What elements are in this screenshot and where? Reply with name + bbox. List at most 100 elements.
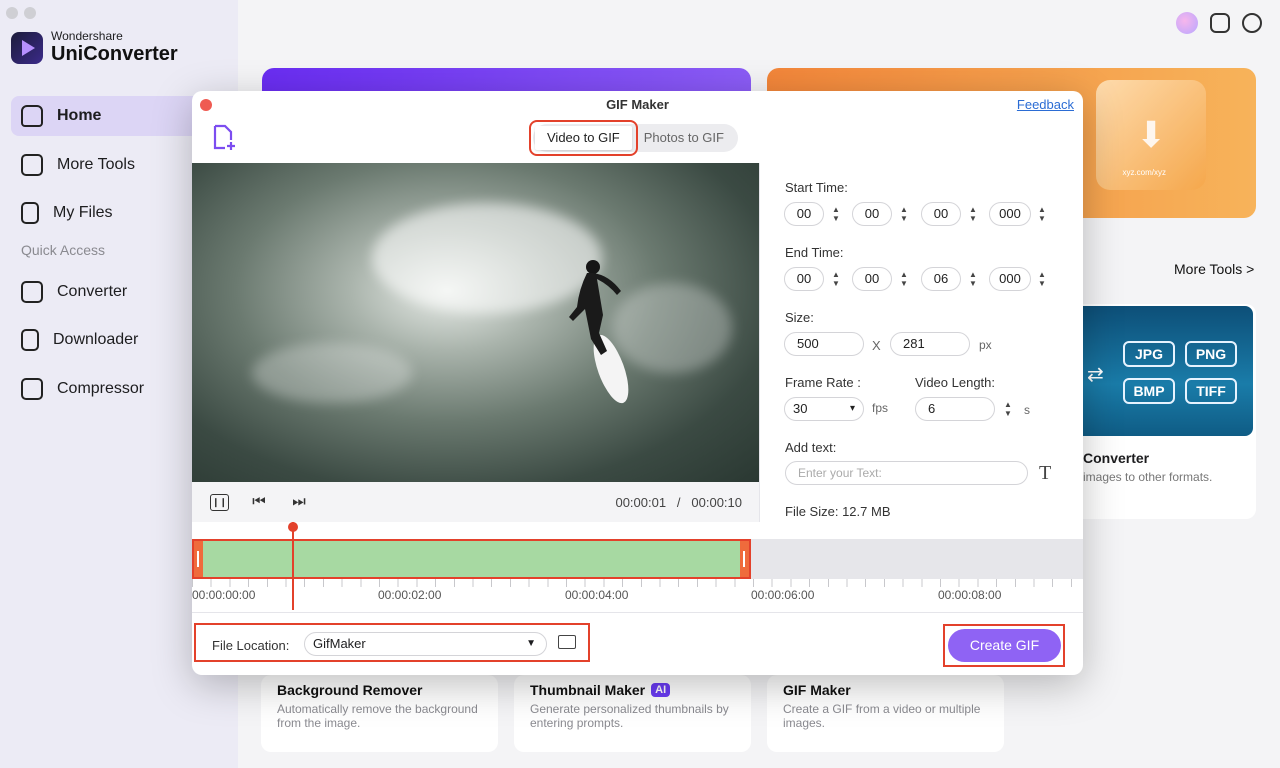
tick-label: 00:00:04:00 <box>565 588 629 602</box>
end-hour-field[interactable]: 00 <box>784 267 824 291</box>
total-time: 00:00:10 <box>691 494 742 510</box>
sidebar-item-label: Downloader <box>53 331 139 349</box>
quick-access-heading: Quick Access <box>21 241 106 258</box>
end-ms-stepper[interactable]: ▲ ▼ <box>1036 267 1048 291</box>
sidebar-item-compressor[interactable]: Compressor <box>11 369 221 409</box>
end-second-stepper[interactable]: ▲ ▼ <box>967 267 979 291</box>
skip-back-button[interactable]: ⏮ <box>249 492 269 512</box>
end-minute-field[interactable]: 00 <box>852 267 892 291</box>
timeline-selection[interactable] <box>192 539 751 579</box>
tab-photos-to-gif[interactable]: Photos to GIF <box>632 126 736 150</box>
start-ms-field[interactable]: 000 <box>989 202 1031 226</box>
start-time-label: Start Time: <box>785 180 848 195</box>
video-length-field[interactable]: 6 <box>915 397 995 421</box>
more-tools-link[interactable]: More Tools > <box>1174 261 1254 277</box>
height-field[interactable]: 281 <box>890 332 970 356</box>
add-text-input[interactable] <box>785 461 1028 485</box>
close-window-button[interactable] <box>6 7 18 19</box>
brand-name: UniConverter <box>51 43 178 65</box>
start-second-field[interactable]: 00 <box>921 202 961 226</box>
tool-card-desc: Generate personalized thumbnails by ente… <box>530 702 729 730</box>
current-time: 00:00:01 <box>615 494 667 510</box>
tool-card-gif-maker[interactable]: GIF Maker Create a GIF from a video or m… <box>767 675 1004 752</box>
tool-card-desc: Create a GIF from a video or multiple im… <box>783 702 981 730</box>
timeline-ticks <box>192 579 1083 587</box>
chevron-down-icon: ▼ <box>526 638 536 649</box>
minimize-window-button[interactable] <box>24 7 36 19</box>
dialog-footer: File Location: GifMaker ▼ Create GIF <box>192 612 1083 675</box>
end-minute-stepper[interactable]: ▲ ▼ <box>898 267 910 291</box>
end-hour-stepper[interactable]: ▲ ▼ <box>830 267 842 291</box>
converter-card-image: ⇄ JPG PNG BMP TIFF <box>1063 306 1253 436</box>
tick-label: 00:00:00:00 <box>192 588 256 602</box>
folder-icon[interactable] <box>558 635 576 649</box>
size-x-label: X <box>872 338 881 353</box>
playhead[interactable] <box>288 522 298 610</box>
banner-url-text: xyz.com/xyz <box>1122 168 1166 177</box>
dialog-title: GIF Maker <box>606 97 669 112</box>
gif-maker-dialog: GIF Maker Feedback Video to GIF Photos t… <box>192 91 1083 675</box>
width-field[interactable]: 500 <box>784 332 864 356</box>
pause-button[interactable]: ❙❙ <box>210 493 229 511</box>
start-hour-field[interactable]: 00 <box>784 202 824 226</box>
frame-rate-label: Frame Rate : <box>785 375 861 390</box>
brand: Wondershare UniConverter <box>11 30 178 65</box>
feedback-link[interactable]: Feedback <box>1017 97 1074 112</box>
frame-rate-select[interactable]: 30 ▾ <box>784 397 864 421</box>
timeline[interactable]: 00:00:00:00 00:00:02:00 00:00:04:00 00:0… <box>192 522 1083 612</box>
sidebar-item-my-files[interactable]: My Files <box>11 193 221 233</box>
tab-video-to-gif[interactable]: Video to GIF <box>529 120 638 156</box>
start-hour-stepper[interactable]: ▲ ▼ <box>830 202 842 226</box>
video-preview[interactable] <box>192 163 759 482</box>
start-ms-stepper[interactable]: ▲ ▼ <box>1036 202 1048 226</box>
window-controls <box>6 7 36 19</box>
trim-start-handle[interactable] <box>194 541 203 577</box>
sidebar-item-converter[interactable]: Converter <box>11 272 221 312</box>
start-second-stepper[interactable]: ▲ ▼ <box>967 202 979 226</box>
sidebar-item-label: Compressor <box>57 379 145 397</box>
tool-card-thumbnail-maker[interactable]: Thumbnail Maker AI Generate personalized… <box>514 675 751 752</box>
start-minute-field[interactable]: 00 <box>852 202 892 226</box>
chat-icon[interactable] <box>1210 13 1230 33</box>
start-minute-stepper[interactable]: ▲ ▼ <box>898 202 910 226</box>
frame-rate-unit: fps <box>872 401 889 415</box>
sidebar-item-downloader[interactable]: Downloader <box>11 320 221 360</box>
format-badge: TIFF <box>1185 378 1237 404</box>
format-badge: PNG <box>1185 341 1237 367</box>
file-size-text: File Size: 12.7 MB <box>785 504 891 519</box>
video-length-stepper[interactable]: ▲ ▼ <box>1002 397 1014 421</box>
add-file-icon[interactable] <box>212 124 238 152</box>
tool-card-title-row: Thumbnail Maker AI <box>530 682 735 698</box>
compressor-icon <box>21 377 43 400</box>
end-second-field[interactable]: 06 <box>921 267 961 291</box>
tool-card-desc: Automatically remove the background from… <box>277 702 478 730</box>
text-style-icon[interactable]: T <box>1039 462 1051 485</box>
player-controls: ❙❙ ⏮ ⏭ 00:00:01 / 00:00:10 <box>192 482 759 522</box>
size-unit: px <box>979 338 992 352</box>
format-badge: JPG <box>1123 341 1175 367</box>
file-location-value: GifMaker <box>313 636 366 651</box>
file-location-select[interactable]: GifMaker ▼ <box>304 632 547 656</box>
headset-icon[interactable] <box>1242 13 1262 33</box>
end-time-label: End Time: <box>785 245 844 260</box>
frame-rate-value: 30 <box>793 401 808 416</box>
avatar[interactable] <box>1176 12 1198 34</box>
file-location-group: File Location: GifMaker ▼ <box>194 623 590 662</box>
downloader-icon <box>21 329 39 352</box>
top-toolbar <box>1176 12 1262 34</box>
tick-label: 00:00:06:00 <box>751 588 815 602</box>
convert-arrows-icon: ⇄ <box>1087 364 1104 386</box>
create-gif-button[interactable]: Create GIF <box>948 629 1061 662</box>
converter-card[interactable]: ⇄ JPG PNG BMP TIFF Converter images to o… <box>1063 304 1256 519</box>
end-ms-field[interactable]: 000 <box>989 267 1031 291</box>
sidebar-item-more-tools[interactable]: More Tools <box>11 145 221 185</box>
add-text-label: Add text: <box>785 440 837 455</box>
trim-end-handle[interactable] <box>740 541 749 577</box>
tool-card-background-remover[interactable]: Background Remover Automatically remove … <box>261 675 498 752</box>
sidebar-item-home[interactable]: Home <box>11 96 221 136</box>
skip-forward-button[interactable]: ⏭ <box>289 492 309 512</box>
home-icon <box>21 105 43 127</box>
file-location-label: File Location: <box>212 638 290 653</box>
converter-icon <box>21 280 43 303</box>
format-badge: BMP <box>1123 378 1175 404</box>
